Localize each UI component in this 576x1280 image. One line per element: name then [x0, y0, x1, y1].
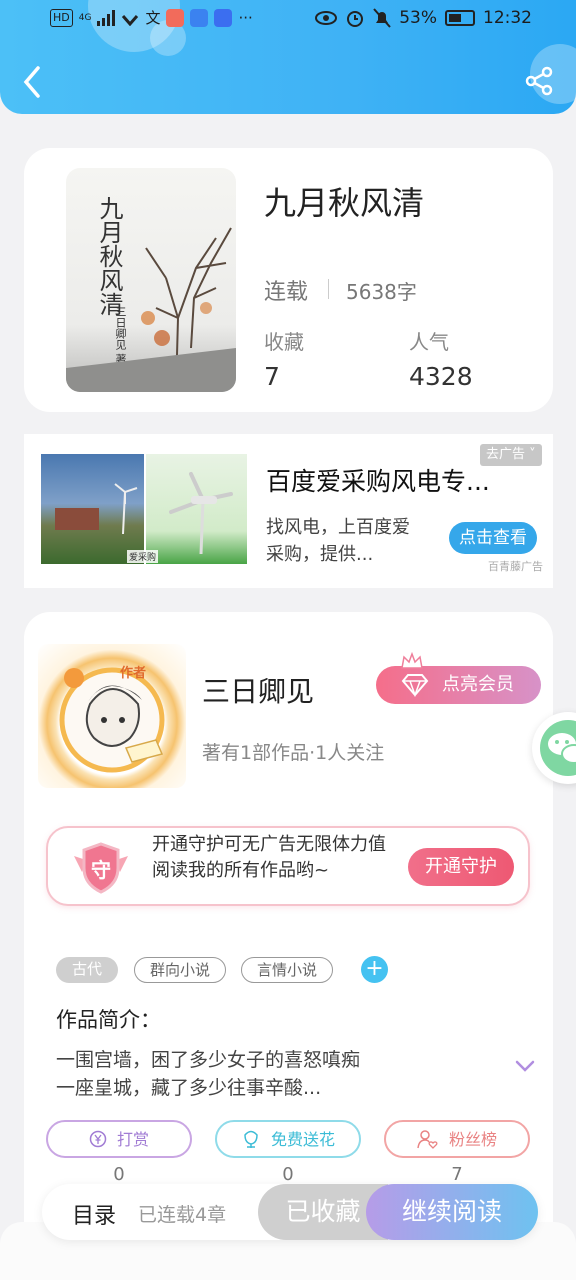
ad-source: 百青藤广告 — [488, 560, 543, 573]
flower-icon — [244, 1130, 258, 1148]
author-name: 三日卿见 — [202, 675, 315, 708]
guard-button[interactable]: 开通守护 — [408, 848, 514, 886]
user-heart-icon — [417, 1130, 438, 1149]
ad-image: 爱采购 — [41, 454, 247, 564]
fans-count: 7 — [451, 1164, 463, 1185]
signal-icon — [97, 10, 116, 26]
send-flower-label: 免费送花 — [270, 1130, 335, 1149]
send-flower-button[interactable]: 免费送花 — [215, 1120, 361, 1158]
author-badge: 作者 — [120, 666, 147, 681]
share-icon — [525, 66, 553, 96]
fan-ranking-label: 粉丝榜 — [448, 1130, 497, 1149]
wifi-icon — [122, 15, 139, 26]
wind-turbine-icon — [55, 454, 233, 564]
eye-icon — [315, 11, 338, 25]
ad-banner[interactable]: 爱采购 百度爱采购风电专... 找风电，上百度爱采购，提供... 去广告 ˅ 点… — [24, 434, 553, 588]
word-count: 5638字 — [346, 280, 417, 304]
reward-label: 打赏 — [116, 1130, 149, 1149]
book-info-card: 九月秋风清 三日卿见 著 九月秋风清 连载 5638字 收藏 7 人气 4328 — [24, 148, 553, 412]
wechat-icon — [540, 720, 576, 776]
chevron-down-icon — [515, 1060, 535, 1072]
tag-item[interactable]: 言情小说 — [241, 957, 333, 983]
popularity-value: 4328 — [409, 362, 473, 391]
tag-item[interactable]: 群向小说 — [134, 957, 226, 983]
crown-icon — [401, 652, 423, 669]
favorites-label: 收藏 — [264, 330, 304, 354]
expand-intro-button[interactable] — [514, 1058, 536, 1074]
avatar-illustration — [59, 667, 165, 773]
guard-promo: 守 开通守护可无广告无限体力值阅读我的所有作品哟~ 开通守护 — [46, 826, 530, 906]
guard-emblem-char: 守 — [91, 858, 111, 882]
network-4g-icon: 4G — [78, 13, 92, 23]
clock: 12:32 — [483, 8, 532, 28]
intro-label: 作品简介： — [56, 1008, 161, 1032]
author-meta: 著有1部作品·1人关注 — [202, 742, 385, 764]
shield-icon: 守 — [70, 838, 132, 898]
ad-description: 找风电，上百度爱采购，提供... — [266, 517, 410, 565]
reward-count: 0 — [113, 1164, 125, 1185]
add-tag-button[interactable]: + — [361, 956, 388, 983]
bottom-action-bar: 目录 已连载4章 已收藏 继续阅读 — [42, 1184, 538, 1240]
cloud-app-icon — [190, 9, 209, 27]
coin-icon — [89, 1130, 107, 1148]
status-left-icons: HD 4G 文 ··· — [50, 9, 253, 27]
status-right-icons: 53% 12:32 — [315, 8, 532, 28]
fan-ranking-button[interactable]: 粉丝榜 — [384, 1120, 530, 1158]
author-card: 作者 三日卿见 著有1部作品·1人关注 点亮会员 守 开通守护可无广告无限体力值… — [24, 612, 553, 1252]
hd-icon: HD — [50, 9, 73, 27]
flower-count: 0 — [282, 1164, 294, 1185]
guard-text: 开通守护可无广告无限体力值阅读我的所有作品哟~ — [152, 834, 386, 881]
continue-reading-button[interactable]: 继续阅读 — [366, 1184, 538, 1240]
book-title: 九月秋风清 — [264, 184, 425, 222]
chapter-count: 已连载4章 — [138, 1204, 227, 1226]
shopping-app-icon — [166, 9, 185, 27]
reward-button[interactable]: 打赏 — [46, 1120, 192, 1158]
tag-item[interactable]: 古代 — [56, 957, 118, 983]
bulb-app-icon — [214, 9, 233, 27]
more-icon: ··· — [238, 9, 253, 27]
battery-percent: 53% — [399, 8, 437, 28]
ad-view-button[interactable]: 点击查看 — [449, 522, 537, 554]
intro-text: 一围宫墙，困了多少女子的喜怒嗔痴 一座皇城，藏了多少往事辛酸... — [56, 1049, 361, 1099]
ad-image-watermark: 爱采购 — [127, 550, 159, 563]
translate-app-icon: 文 — [145, 9, 161, 27]
chevron-left-icon — [23, 66, 40, 98]
back-button[interactable] — [18, 62, 48, 102]
remove-ad-button[interactable]: 去广告 ˅ — [480, 444, 542, 466]
toc-button[interactable]: 目录 — [72, 1198, 116, 1230]
mute-bell-icon — [373, 8, 391, 28]
book-cover[interactable]: 九月秋风清 三日卿见 著 — [66, 168, 236, 392]
status-bar: HD 4G 文 ··· 53% 12:32 — [0, 0, 576, 40]
favorites-value: 7 — [264, 362, 280, 391]
wechat-share-button[interactable] — [532, 712, 576, 784]
vip-button[interactable]: 点亮会员 — [376, 652, 541, 704]
book-status: 连载 — [264, 280, 309, 305]
popularity-label: 人气 — [409, 330, 449, 354]
author-avatar[interactable]: 作者 — [38, 644, 186, 788]
battery-icon — [445, 10, 475, 26]
divider — [328, 279, 329, 299]
alarm-icon — [347, 11, 364, 27]
diamond-icon — [401, 674, 429, 697]
ad-title: 百度爱采购风电专... — [266, 467, 490, 496]
tree-illustration — [66, 227, 236, 392]
vip-button-label: 点亮会员 — [442, 674, 514, 695]
share-button[interactable] — [524, 66, 554, 96]
